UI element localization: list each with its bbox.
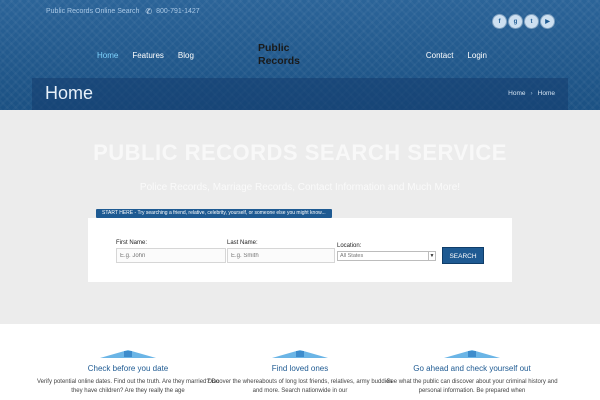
chevron-down-icon: ▼ [428,252,435,260]
nav-blog[interactable]: Blog [178,51,194,60]
location-selected-value: All States [340,253,364,259]
youtube-icon[interactable]: ▶ [541,15,554,28]
house-roof-icon [100,350,156,358]
house-roof-icon [444,350,500,358]
google-plus-icon[interactable]: g [509,15,522,28]
breadcrumb-current: Home [537,90,555,97]
twitter-icon[interactable]: t [525,15,538,28]
site-logo[interactable]: Public Records [258,42,300,68]
phone-icon: ✆ [145,7,153,16]
first-name-input[interactable] [116,248,226,263]
social-links: f g t ▶ [493,15,554,28]
feature-check-yourself: Go ahead and check yourself out See what… [377,324,567,396]
main-nav-right: Contact Login [426,51,487,60]
top-bar: Public Records Online Search ✆ 800-791-1… [46,7,200,16]
breadcrumb: Home › Home [508,90,555,97]
location-select[interactable]: All States ▼ [337,251,436,261]
logo-line-1: Public [258,42,290,54]
main-nav-left: Home Features Blog [97,51,194,60]
page-title: Home [45,83,94,103]
phone-number[interactable]: 800-791-1427 [156,8,200,15]
feature-find-loved-ones: Find loved ones Discover the whereabouts… [205,324,395,396]
last-name-label: Last Name: [227,240,258,246]
facebook-icon[interactable]: f [493,15,506,28]
site-header: Public Records Online Search ✆ 800-791-1… [0,0,600,110]
feature-text: Discover the whereabouts of long lost fr… [207,379,393,394]
feature-text: See what the public can discover about y… [386,379,558,394]
location-label: Location: [337,243,362,249]
logo-line-2: Records [258,55,301,67]
breadcrumb-home-link[interactable]: Home [508,90,525,97]
hero-subtitle: Police Records, Marriage Records, Contac… [139,182,461,193]
feature-title[interactable]: Find loved ones [205,364,395,373]
site-label: Public Records Online Search [46,8,140,15]
start-here-tab: START HERE - Try searching a friend, rel… [96,209,332,218]
features-section: Check before you date Verify potential o… [0,324,600,400]
feature-title[interactable]: Go ahead and check yourself out [377,364,567,373]
feature-date-check: Check before you date Verify potential o… [33,324,223,396]
first-name-label: First Name: [116,240,148,246]
chevron-right-icon: › [530,90,533,97]
house-roof-icon [272,350,328,358]
nav-login[interactable]: Login [467,51,487,60]
feature-text: Verify potential online dates. Find out … [36,379,220,394]
feature-title[interactable]: Check before you date [33,364,223,373]
nav-features[interactable]: Features [132,51,164,60]
search-button[interactable]: SEARCH [442,247,484,264]
last-name-input[interactable] [227,248,335,263]
page-title-bar: Home Home › Home [32,78,568,110]
nav-home[interactable]: Home [97,51,118,60]
hero-title: PUBLIC RECORDS SEARCH SERVICE [93,140,507,165]
nav-contact[interactable]: Contact [426,51,454,60]
